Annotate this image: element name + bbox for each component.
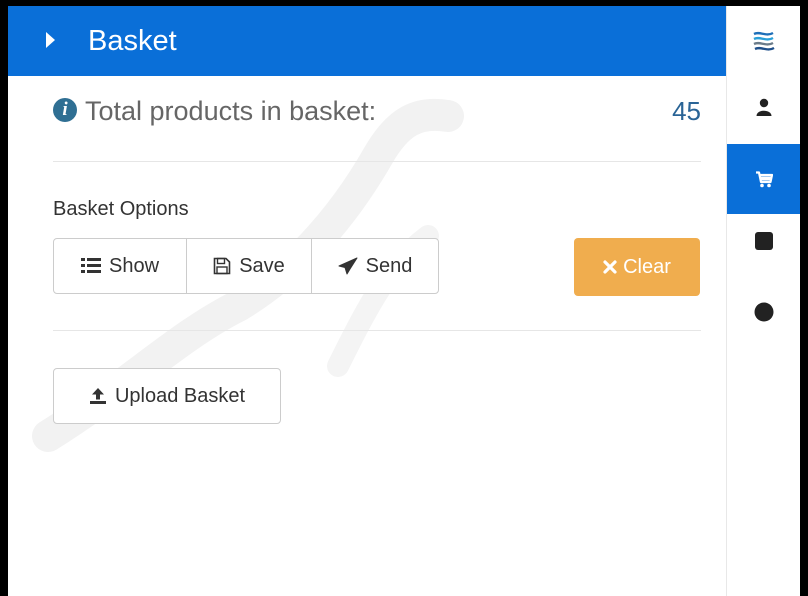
right-sidebar	[726, 6, 800, 596]
basket-summary: i Total products in basket: 45	[53, 94, 701, 130]
divider	[53, 161, 701, 162]
user-icon	[756, 98, 772, 116]
basket-header[interactable]: Basket	[8, 6, 726, 76]
shopping-cart-icon	[755, 170, 773, 188]
upload-basket-label: Upload Basket	[114, 384, 246, 407]
upload-icon	[89, 387, 107, 405]
basket-product-count: 45	[672, 96, 701, 126]
basket-panel: Basket i Total products in basket: 45 Ba…	[8, 6, 726, 596]
list-icon	[80, 258, 101, 274]
clear-button[interactable]: Clear	[574, 238, 700, 296]
upload-basket-button[interactable]: Upload Basket	[53, 368, 281, 424]
send-button-label: Send	[365, 254, 413, 277]
sidebar-item-user[interactable]	[727, 72, 800, 142]
basket-summary-label: Total products in basket:	[85, 96, 377, 126]
save-button[interactable]: Save	[186, 238, 312, 294]
divider	[53, 330, 701, 331]
layers-logo-icon	[752, 30, 776, 52]
sidebar-item-home[interactable]	[727, 6, 800, 76]
close-icon	[603, 260, 617, 274]
info-icon: i	[53, 98, 77, 122]
collapse-caret-icon[interactable]	[46, 32, 55, 48]
send-button[interactable]: Send	[311, 238, 439, 294]
basket-options-button-group: Show Save Send	[53, 238, 439, 294]
show-button-label: Show	[108, 254, 160, 277]
sidebar-item-basket[interactable]	[727, 144, 800, 214]
sidebar-item-square[interactable]	[727, 206, 800, 276]
basket-options-label: Basket Options	[53, 198, 189, 220]
show-button[interactable]: Show	[53, 238, 187, 294]
basket-title: Basket	[88, 25, 177, 57]
circle-icon	[754, 302, 774, 322]
app-frame: Basket i Total products in basket: 45 Ba…	[8, 6, 800, 596]
clear-button-label: Clear	[623, 255, 671, 278]
save-button-label: Save	[239, 254, 285, 277]
sidebar-item-circle[interactable]	[727, 277, 800, 347]
paper-plane-icon	[338, 257, 358, 275]
square-icon	[755, 232, 773, 250]
floppy-disk-icon	[213, 257, 231, 275]
